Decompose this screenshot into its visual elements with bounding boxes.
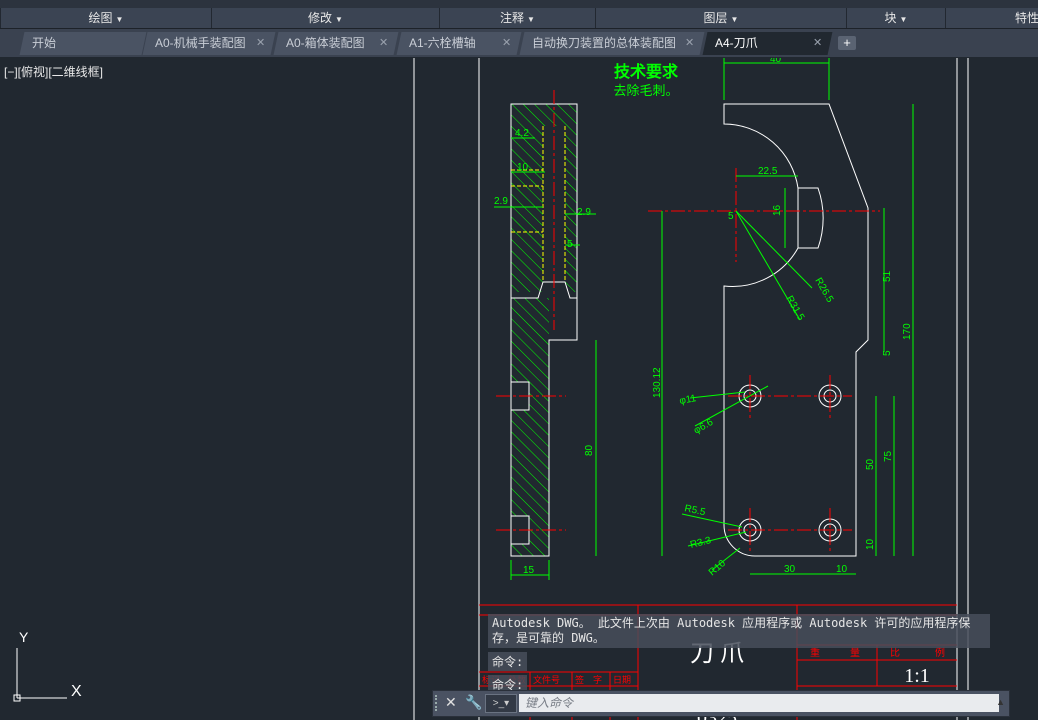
ucs-y-label: Y	[19, 629, 29, 645]
dim-label: 10	[865, 538, 876, 550]
tech-requirements-title: 技术要求	[614, 62, 679, 81]
dim-label: R10	[707, 558, 728, 579]
dim-label: 40	[770, 54, 782, 65]
dim-label: 5	[882, 350, 893, 356]
close-icon[interactable]: ✕	[445, 694, 457, 711]
dim-label: 51	[882, 270, 893, 282]
section-view: 4.2 10 2.9 2.9 5 80 15	[494, 90, 597, 580]
dim-label: 30	[784, 564, 796, 575]
front-view: 40 22.5 5 16 R26.5 R31.5 51 5 170 130.12…	[648, 54, 914, 579]
dim-label: φ6.6	[692, 417, 716, 437]
claw-outline	[723, 103, 869, 557]
drawing-canvas[interactable]: 技术要求 去除毛刺。 4.2 10 2.9 2.9 5 80 15 40 22.…	[0, 0, 1038, 720]
dim-label: 10	[836, 564, 848, 575]
dim-label: R31.5	[783, 294, 806, 323]
dim-label: 2.9	[577, 207, 591, 218]
drag-handle[interactable]	[435, 695, 441, 711]
ucs-x-label: X	[71, 683, 82, 700]
dim-label: R5.5	[683, 503, 706, 518]
ucs-icon: Y X	[13, 629, 82, 702]
dim-label: 16	[772, 204, 783, 216]
dim-label: 170	[902, 323, 913, 340]
dim-label: 130.12	[652, 367, 663, 398]
dim-label: 75	[883, 450, 894, 462]
command-prompt-icon[interactable]: >_▾	[485, 694, 517, 713]
command-history: Autodesk DWG。 此文件上次由 Autodesk 应用程序或 Auto…	[488, 614, 990, 694]
command-line: ✕ 🔧 >_▾ 键入命令 ▲	[432, 690, 1010, 717]
dim-label: 15	[523, 565, 535, 576]
dim-label: 50	[865, 458, 876, 470]
dim-label: 10	[517, 162, 529, 173]
dim-label: 4.2	[515, 128, 529, 139]
command-input[interactable]: 键入命令	[519, 694, 999, 712]
dim-label: 5	[567, 239, 573, 250]
dim-label: 22.5	[758, 166, 778, 177]
chevron-up-icon[interactable]: ▲	[996, 697, 1005, 707]
dim-label: R3.3	[689, 535, 713, 551]
dim-label: 80	[584, 444, 595, 456]
dim-label: R26.5	[812, 276, 835, 305]
dim-label: φ11	[679, 393, 698, 407]
command-message: Autodesk DWG。 此文件上次由 Autodesk 应用程序或 Auto…	[488, 614, 990, 648]
command-history-line: 命令:	[488, 652, 528, 671]
wrench-icon[interactable]: 🔧	[465, 694, 482, 711]
dim-label: 5	[728, 211, 734, 222]
tech-requirements-note: 去除毛刺。	[613, 83, 678, 98]
dim-label: 2.9	[494, 196, 508, 207]
